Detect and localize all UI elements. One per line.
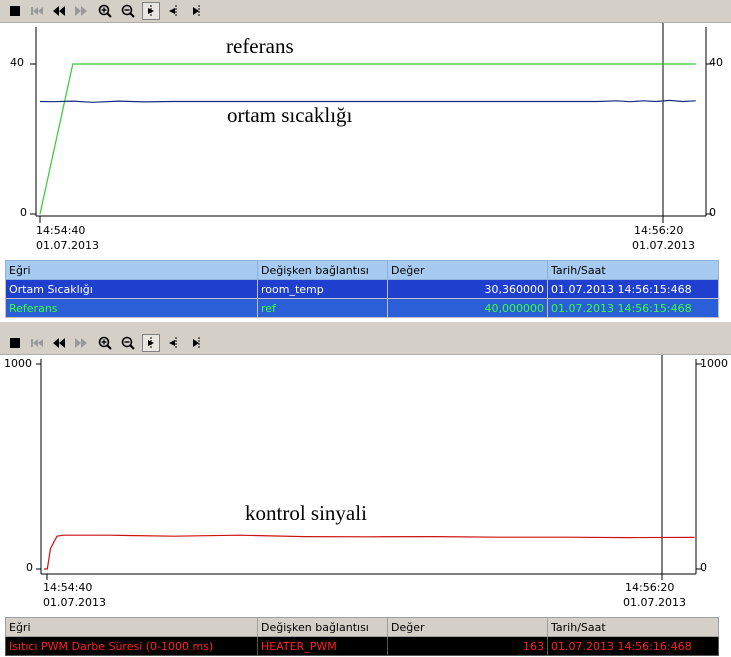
zoom-in-button[interactable]: [96, 2, 114, 20]
stop-button[interactable]: [6, 334, 24, 352]
select-button[interactable]: [142, 334, 160, 352]
col-header-variable[interactable]: Değişken bağlantısı: [257, 617, 388, 637]
zoom-in-button[interactable]: [96, 334, 114, 352]
x-start-date-bottom: 01.07.2013: [43, 596, 106, 609]
y-tick-bottom-min: 0: [26, 561, 33, 574]
col-header-datetime[interactable]: Tarih/Saat: [547, 260, 719, 280]
x-start-time-bottom: 14:54:40: [43, 581, 93, 594]
col-header-value[interactable]: Değer: [387, 617, 548, 637]
y-tick-top-max-right: 40: [709, 56, 723, 69]
cursor-icon: [193, 337, 200, 349]
rewind-button[interactable]: [50, 334, 68, 352]
annotation-referans: referans: [226, 34, 294, 58]
annotation-kontrol-sinyali: kontrol sinyali: [245, 501, 367, 525]
legend-header-row-top: Eğri Değişken bağlantısı Değer Tarih/Saa…: [5, 260, 719, 280]
forward-button[interactable]: [72, 2, 90, 20]
forward-icon: [75, 6, 87, 16]
col-header-curve[interactable]: Eğri: [5, 617, 258, 637]
zoom-in-icon: [98, 336, 112, 350]
col-header-variable[interactable]: Değişken bağlantısı: [257, 260, 388, 280]
pan-button[interactable]: [165, 2, 183, 20]
zoom-out-button[interactable]: [119, 334, 137, 352]
row-value: 40,000000: [387, 298, 548, 318]
stop-icon: [10, 338, 20, 348]
legend-table-top: Eğri Değişken bağlantısı Değer Tarih/Saa…: [5, 260, 719, 318]
first-icon: [31, 339, 43, 347]
x-start-label-top: 14:54:40 01.07.2013: [36, 223, 99, 253]
row-value: 163: [387, 636, 548, 656]
row-datetime: 01.07.2013 14:56:15:468: [547, 279, 719, 299]
y-tick-top-max: 40: [10, 56, 24, 69]
row-curve-name: Ortam Sıcaklığı: [5, 279, 258, 299]
chart-bottom-svg: [36, 355, 702, 580]
x-end-time-bottom: 14:56:20: [625, 581, 675, 594]
zoom-in-icon: [98, 4, 112, 18]
row-variable: HEATER_PWM: [257, 636, 388, 656]
row-variable: room_temp: [257, 279, 388, 299]
cursor-icon: [193, 5, 200, 17]
x-start-date-top: 01.07.2013: [36, 239, 99, 252]
series-line-1-2: [39, 99, 696, 103]
first-button[interactable]: [28, 2, 46, 20]
series-line-1-1: [39, 63, 696, 215]
toolbar-top: [0, 0, 731, 23]
row-curve-name: Referans: [5, 298, 258, 318]
chart-area-bottom: 1000 0 1000 0 14:54:40 01.07.2013 14:56:…: [0, 355, 731, 613]
x-end-label-top: 14:56:20 01.07.2013: [632, 223, 695, 253]
x-end-time-top: 14:56:20: [634, 224, 684, 237]
rewind-icon: [53, 338, 65, 348]
pan-icon: [169, 337, 177, 349]
cursor-button[interactable]: [188, 334, 206, 352]
y-tick-top-min: 0: [20, 206, 27, 219]
annotation-ortam-sicakligi: ortam sıcaklığı: [227, 103, 353, 127]
stop-button[interactable]: [6, 2, 24, 20]
zoom-out-icon: [121, 4, 135, 18]
legend-header-row-bottom: Eğri Değişken bağlantısı Değer Tarih/Saa…: [5, 617, 719, 637]
forward-button[interactable]: [72, 334, 90, 352]
y-tick-top-min-right: 0: [709, 206, 716, 219]
table-row[interactable]: Isıtıcı PWM Darbe Süresi (0-1000 ms) HEA…: [5, 636, 719, 656]
series-line-2-1: [44, 534, 695, 570]
pan-button[interactable]: [165, 334, 183, 352]
x-start-time-top: 14:54:40: [36, 224, 86, 237]
x-end-date-bottom: 01.07.2013: [623, 596, 686, 609]
chart-top-svg: [30, 23, 712, 223]
chart-area-top: 40 0 40 0 14:54:40 01.07.2013 14:56:20 0…: [0, 23, 731, 257]
select-icon: [148, 337, 154, 349]
col-header-value[interactable]: Değer: [387, 260, 548, 280]
first-icon: [31, 7, 43, 15]
cursor-button[interactable]: [188, 2, 206, 20]
rewind-button[interactable]: [50, 2, 68, 20]
forward-icon: [75, 338, 87, 348]
toolbar-bottom: [0, 332, 731, 355]
col-header-curve[interactable]: Eğri: [5, 260, 258, 280]
pan-icon: [169, 5, 177, 17]
x-start-label-bottom: 14:54:40 01.07.2013: [43, 580, 106, 610]
row-variable: ref: [257, 298, 388, 318]
select-button[interactable]: [142, 2, 160, 20]
zoom-out-icon: [121, 336, 135, 350]
zoom-out-button[interactable]: [119, 2, 137, 20]
rewind-icon: [53, 6, 65, 16]
first-button[interactable]: [28, 334, 46, 352]
row-datetime: 01.07.2013 14:56:15:468: [547, 298, 719, 318]
col-header-datetime[interactable]: Tarih/Saat: [547, 617, 719, 637]
table-row[interactable]: Referans ref 40,000000 01.07.2013 14:56:…: [5, 298, 719, 318]
stop-icon: [10, 6, 20, 16]
x-end-date-top: 01.07.2013: [632, 239, 695, 252]
table-row[interactable]: Ortam Sıcaklığı room_temp 30,360000 01.0…: [5, 279, 719, 299]
row-datetime: 01.07.2013 14:56:16:468: [547, 636, 719, 656]
legend-table-bottom: Eğri Değişken bağlantısı Değer Tarih/Saa…: [5, 617, 719, 656]
y-tick-bottom-min-right: 0: [700, 561, 707, 574]
y-tick-bottom-max: 1000: [4, 357, 32, 370]
y-tick-bottom-max-right: 1000: [700, 357, 728, 370]
panel-separator: [0, 322, 731, 332]
x-end-label-bottom: 14:56:20 01.07.2013: [623, 580, 686, 610]
row-curve-name: Isıtıcı PWM Darbe Süresi (0-1000 ms): [5, 636, 258, 656]
select-icon: [148, 5, 154, 17]
row-value: 30,360000: [387, 279, 548, 299]
